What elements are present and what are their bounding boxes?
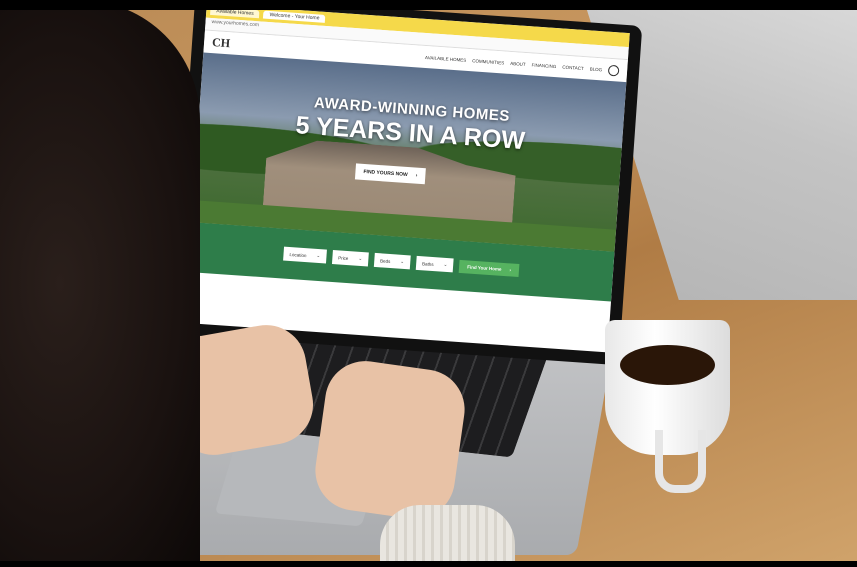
chevron-down-icon: ⌄ [443, 261, 448, 268]
photo-scene: Available Homes Welcome - Your Home www.… [0, 0, 857, 567]
chevron-down-icon: ⌄ [316, 252, 321, 259]
find-your-home-button[interactable]: Find Your Home › [458, 259, 520, 277]
chevron-right-icon: › [509, 266, 512, 272]
nav-item-contact[interactable]: CONTACT [562, 64, 584, 70]
bottom-border [0, 561, 857, 567]
nav-item-about[interactable]: ABOUT [510, 60, 526, 66]
sweater-sleeve [380, 505, 515, 567]
laptop-screen: Available Homes Welcome - Your Home www.… [184, 3, 630, 353]
beds-select[interactable]: Beds ⌄ [373, 252, 411, 270]
chevron-down-icon: ⌄ [400, 258, 405, 264]
nav-item-blog[interactable]: BLOG [590, 66, 603, 72]
baths-select-label: Baths [421, 260, 434, 267]
browser-tab-active[interactable]: Welcome - Your Home [263, 10, 326, 23]
find-your-home-label: Find Your Home [467, 263, 502, 272]
nav-item-financing[interactable]: FINANCING [532, 62, 557, 69]
mug-handle [655, 430, 706, 493]
find-yours-now-label: FIND YOURS NOW [363, 168, 408, 179]
location-select-label: Location [289, 251, 307, 258]
coffee [620, 345, 715, 385]
site-logo[interactable]: CH [212, 35, 231, 51]
chevron-right-icon: › [415, 172, 418, 179]
laptop-screen-bezel: Available Homes Welcome - Your Home www.… [171, 0, 643, 366]
chevron-down-icon: ⌄ [358, 255, 363, 262]
nav-item-communities[interactable]: COMMUNITIES [472, 58, 504, 65]
hero-banner: AWARD-WINNING HOMES 5 YEARS IN A ROW FIN… [191, 52, 627, 252]
beds-select-label: Beds [379, 257, 391, 264]
menu-circle-icon[interactable] [607, 64, 620, 77]
location-select[interactable]: Location ⌄ [283, 246, 327, 264]
price-select[interactable]: Price ⌄ [331, 249, 369, 267]
price-select-label: Price [338, 254, 349, 261]
top-border [0, 0, 857, 10]
right-hand [310, 355, 470, 525]
baths-select[interactable]: Baths ⌄ [415, 255, 454, 273]
woman-hair [0, 0, 200, 567]
nav-item-available-homes[interactable]: AVAILABLE HOMES [425, 54, 467, 62]
